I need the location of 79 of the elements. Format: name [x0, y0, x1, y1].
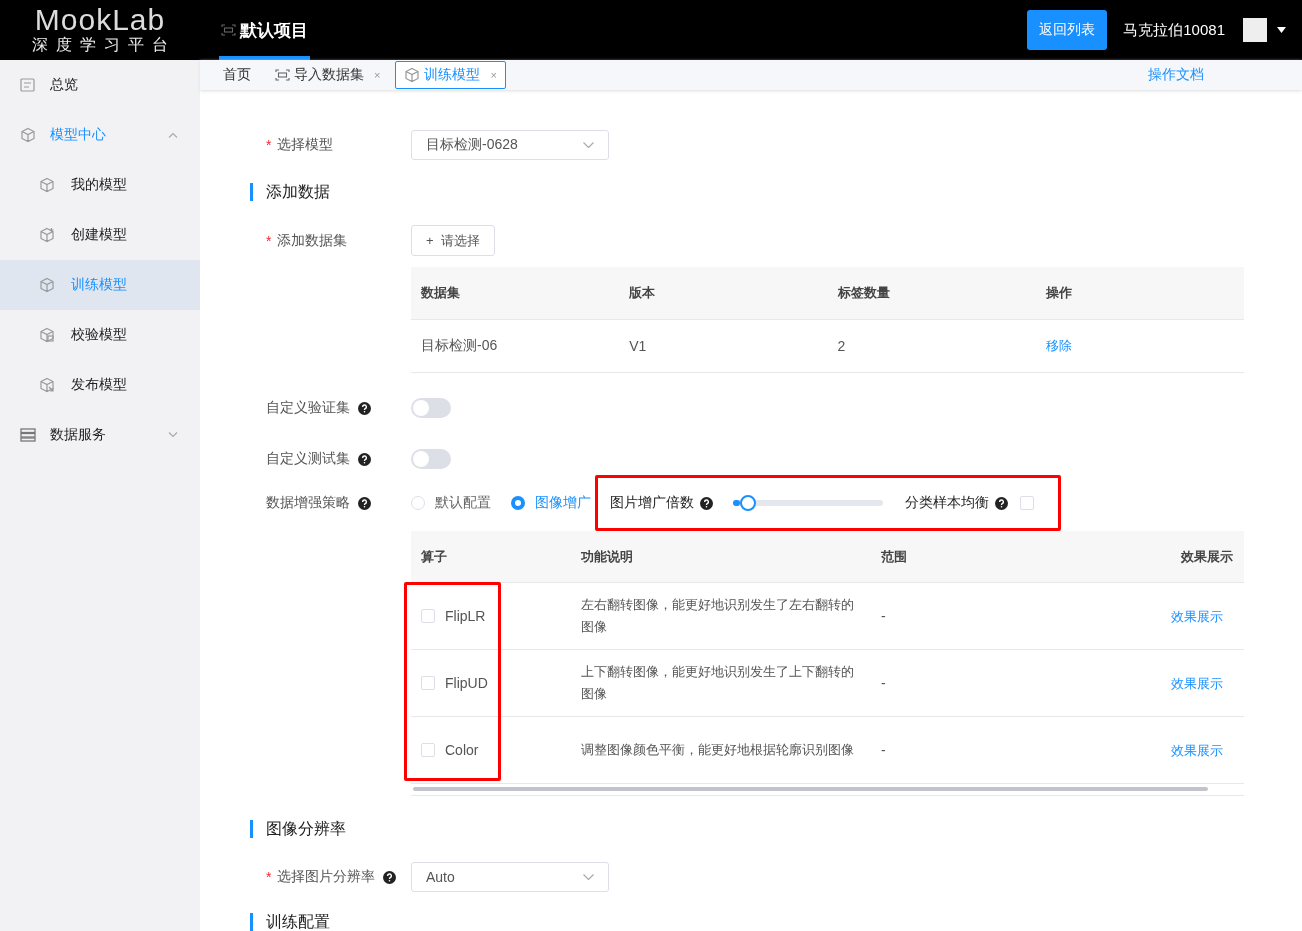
- field-label: 数据增强策略: [266, 494, 350, 512]
- page-tab[interactable]: 导入数据集 ×: [266, 61, 390, 89]
- required-mark: *: [266, 232, 272, 249]
- column-header: 范围: [871, 531, 1171, 583]
- checkbox[interactable]: [421, 743, 435, 757]
- checkbox[interactable]: [421, 676, 435, 690]
- section-heading: 添加数据: [250, 183, 1244, 201]
- field-label: 添加数据集: [277, 231, 348, 250]
- overview-icon: [20, 78, 36, 92]
- toggle-switch[interactable]: [411, 398, 451, 418]
- scrollbar[interactable]: [413, 787, 1208, 791]
- operator-name: FlipLR: [445, 607, 486, 626]
- cube-icon: [39, 377, 55, 393]
- field-label: 图片增广倍数: [610, 494, 694, 512]
- slider-thumb[interactable]: [740, 495, 756, 511]
- logo-text: MookLab: [34, 4, 166, 35]
- list-icon: [20, 428, 36, 442]
- column-header: 操作: [1035, 267, 1244, 320]
- caret-icon[interactable]: [1277, 27, 1286, 33]
- select-button[interactable]: + 请选择: [411, 225, 495, 256]
- field-label: 自定义验证集: [266, 399, 350, 417]
- help-icon[interactable]: [358, 496, 371, 510]
- radio-option[interactable]: 默认配置: [411, 494, 491, 512]
- cube-icon: [39, 327, 55, 343]
- checkbox[interactable]: [1020, 496, 1034, 510]
- field-label: 自定义测试集: [266, 450, 350, 468]
- chevron-icon: [583, 874, 594, 880]
- section-heading: 图像分辨率: [250, 820, 1244, 838]
- cube-icon: [39, 177, 55, 193]
- column-header: 功能说明: [571, 531, 871, 583]
- help-icon[interactable]: [383, 870, 397, 884]
- field-label: 分类样本均衡: [905, 494, 989, 512]
- table-cell: 调整图像颜色平衡，能更好地根据轮廓识别图像: [571, 716, 871, 784]
- page-tab[interactable]: 首页: [214, 61, 260, 89]
- help-icon[interactable]: [358, 401, 371, 415]
- model-select[interactable]: 目标检测-0628: [411, 130, 609, 160]
- sidebar-item[interactable]: 校验模型: [0, 310, 200, 360]
- cube-icon: [39, 277, 55, 293]
- sidebar-item[interactable]: 总览: [0, 60, 200, 110]
- operator-name: FlipUD: [445, 674, 488, 693]
- table-cell: -: [871, 582, 1171, 650]
- chevron-icon: [168, 132, 178, 138]
- column-header: 版本: [619, 267, 828, 320]
- column-header: 标签数量: [827, 267, 1036, 320]
- cube-icon: [39, 227, 55, 243]
- logo-subtitle: 深度学习平台: [32, 34, 176, 55]
- table-cell: V1: [619, 319, 828, 373]
- cube-icon: [404, 67, 421, 83]
- column-header: 效果展示: [1171, 531, 1244, 583]
- column-header: 数据集: [411, 267, 620, 320]
- section-heading: 训练配置: [250, 913, 1244, 931]
- chevron-icon: [583, 142, 594, 148]
- table-cell: 目标检测-06: [411, 319, 620, 373]
- dataset-icon: [221, 24, 236, 36]
- sidebar-item[interactable]: 数据服务: [0, 410, 200, 460]
- dataset-icon: [275, 69, 290, 81]
- table-cell: -: [871, 649, 1171, 717]
- table-cell: 上下翻转图像，能更好地识别发生了上下翻转的图像: [571, 649, 871, 717]
- sidebar-item[interactable]: 我的模型: [0, 160, 200, 210]
- cube-icon: [20, 127, 36, 143]
- help-icon[interactable]: [358, 452, 371, 466]
- table-cell: 2: [827, 319, 1036, 373]
- sidebar-item[interactable]: 发布模型: [0, 360, 200, 410]
- required-mark: *: [266, 869, 272, 885]
- resolution-select[interactable]: Auto: [411, 862, 609, 892]
- sidebar-item[interactable]: 创建模型: [0, 210, 200, 260]
- field-label: 选择模型: [277, 136, 334, 154]
- operator-name: Color: [445, 741, 479, 760]
- table-cell: 左右翻转图像，能更好地识别发生了左右翻转的图像: [571, 582, 871, 650]
- help-icon[interactable]: [995, 496, 1008, 510]
- field-label: 选择图片分辨率: [277, 868, 376, 886]
- checkbox[interactable]: [421, 609, 435, 623]
- help-icon[interactable]: [700, 496, 713, 510]
- username[interactable]: 马克拉伯10081: [1123, 20, 1225, 40]
- column-header: 算子: [411, 531, 571, 583]
- toggle-switch[interactable]: [411, 449, 451, 469]
- required-mark: *: [266, 137, 272, 153]
- table-cell: -: [871, 716, 1171, 784]
- chevron-icon: [168, 432, 178, 438]
